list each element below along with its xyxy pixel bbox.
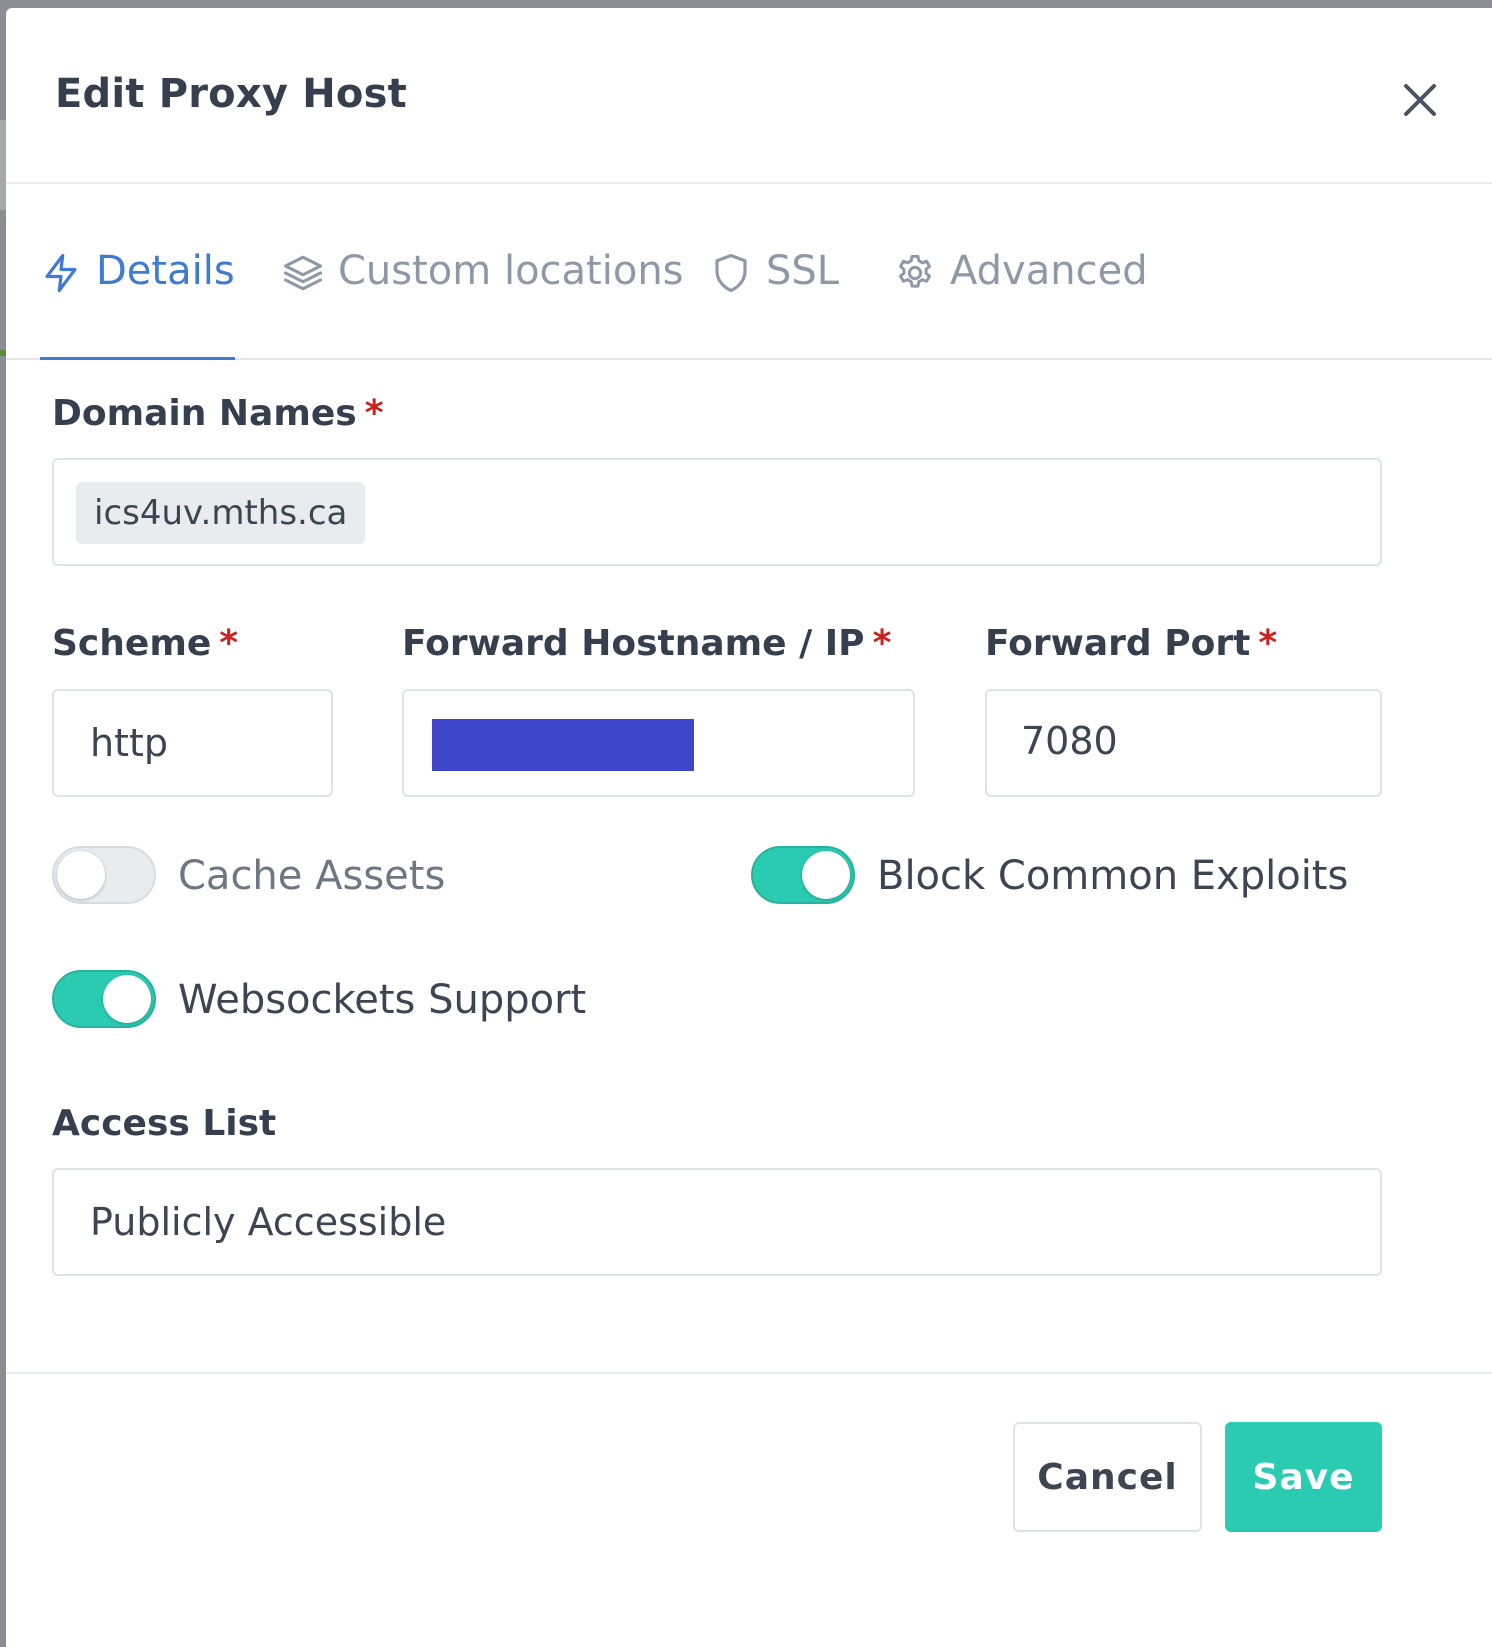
modal-title: Edit Proxy Host xyxy=(55,71,407,117)
lightning-icon xyxy=(45,253,77,293)
forward-port-input[interactable]: 7080 xyxy=(985,689,1382,797)
tab-details[interactable]: Details xyxy=(40,248,235,360)
shield-icon xyxy=(715,253,747,293)
tab-custom-locations[interactable]: Custom locations xyxy=(282,248,684,360)
forward-port-value: 7080 xyxy=(1021,719,1118,763)
block-common-exploits-label: Block Common Exploits xyxy=(877,853,1349,899)
domain-names-input[interactable]: ics4uv.mths.ca xyxy=(52,458,1382,566)
edit-proxy-host-modal: Edit Proxy Host Details Custom locations xyxy=(6,8,1492,1647)
access-list-select[interactable]: Publicly Accessible xyxy=(52,1168,1382,1276)
required-asterisk: * xyxy=(219,623,239,664)
modal-footer: Cancel Save xyxy=(6,1372,1492,1647)
toggle-knob xyxy=(802,851,850,899)
websockets-support-label: Websockets Support xyxy=(178,977,587,1023)
cache-assets-toggle[interactable] xyxy=(52,846,156,904)
required-asterisk: * xyxy=(872,623,892,664)
required-asterisk: * xyxy=(364,393,384,434)
required-asterisk: * xyxy=(1258,623,1278,664)
scheme-field[interactable]: http xyxy=(52,689,333,797)
forward-hostname-input[interactable] xyxy=(402,689,915,797)
forward-hostname-label-text: Forward Hostname / IP xyxy=(402,623,865,664)
scheme-label-text: Scheme xyxy=(52,623,212,664)
forward-port-label-text: Forward Port xyxy=(985,623,1251,664)
block-common-exploits-toggle[interactable] xyxy=(751,846,855,904)
tab-label: SSL xyxy=(766,248,840,294)
tab-ssl[interactable]: SSL xyxy=(710,248,839,360)
cancel-button[interactable]: Cancel xyxy=(1013,1422,1202,1532)
domain-names-label-text: Domain Names xyxy=(52,393,357,434)
modal-header: Edit Proxy Host xyxy=(6,8,1492,184)
redacted-hostname xyxy=(432,719,694,771)
domain-chip[interactable]: ics4uv.mths.ca xyxy=(76,482,366,544)
close-button[interactable] xyxy=(1396,76,1444,124)
websockets-support-toggle[interactable] xyxy=(52,970,156,1028)
domain-names-label: Domain Names * xyxy=(52,392,384,435)
scheme-label: Scheme * xyxy=(52,622,238,665)
layers-icon xyxy=(283,255,323,291)
save-button[interactable]: Save xyxy=(1225,1422,1382,1532)
access-list-label: Access List xyxy=(52,1103,277,1144)
tab-label: Details xyxy=(96,248,235,294)
tab-label: Advanced xyxy=(950,248,1148,294)
forward-port-label: Forward Port * xyxy=(985,622,1277,665)
toggle-knob xyxy=(57,851,105,899)
access-list-value: Publicly Accessible xyxy=(90,1200,447,1244)
tab-advanced[interactable]: Advanced xyxy=(894,248,1148,360)
scheme-value: http xyxy=(90,721,169,765)
tab-label: Custom locations xyxy=(338,248,684,294)
close-icon xyxy=(1404,84,1436,116)
gear-icon xyxy=(898,254,932,288)
tab-bar: Details Custom locations SSL Advanced xyxy=(6,184,1492,360)
cache-assets-label: Cache Assets xyxy=(178,853,446,899)
forward-hostname-label: Forward Hostname / IP * xyxy=(402,622,891,665)
toggle-knob xyxy=(103,975,151,1023)
